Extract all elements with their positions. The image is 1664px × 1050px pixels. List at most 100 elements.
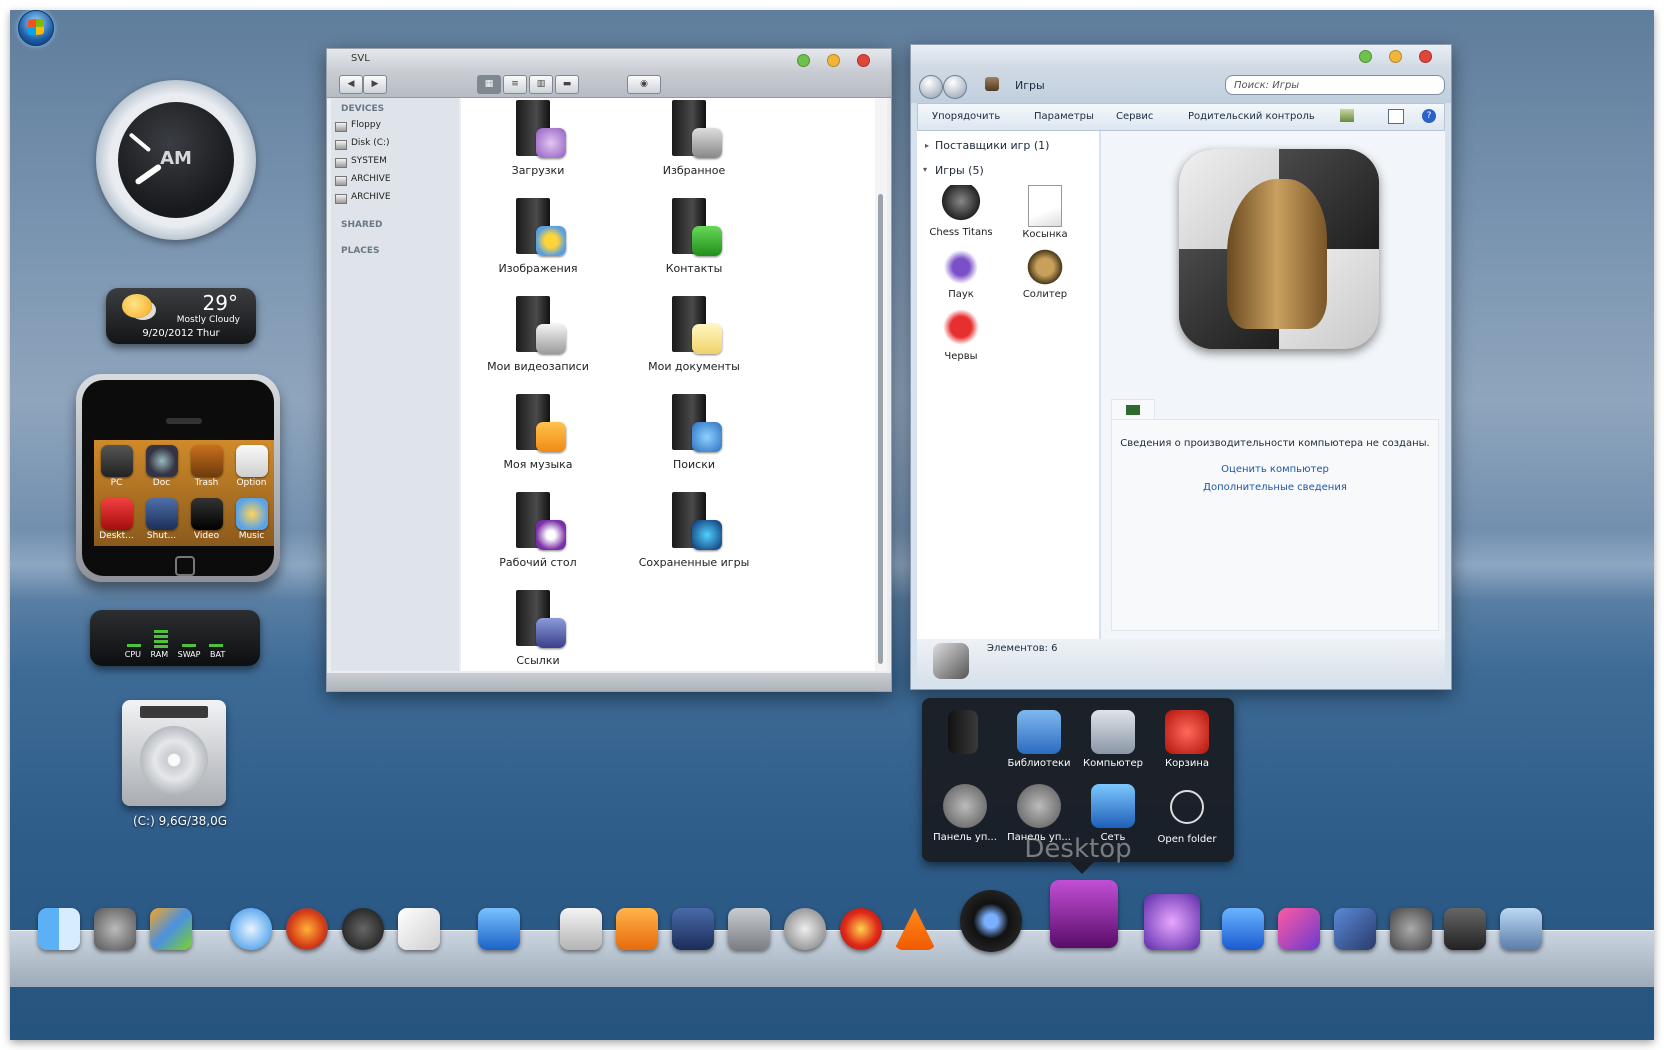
phone-app-music[interactable]: Music: [229, 493, 274, 546]
vlc-icon[interactable]: [894, 908, 936, 950]
tools-menu[interactable]: Сервис: [1116, 111, 1153, 122]
column-view-button[interactable]: ▥: [529, 75, 553, 94]
coverflow-view-button[interactable]: ▬: [555, 75, 579, 94]
system-preferences-icon[interactable]: [94, 908, 136, 950]
folder-saved-games[interactable]: Сохраненные игры: [619, 492, 769, 569]
phone-app-option[interactable]: Option: [229, 440, 274, 493]
sync-icon[interactable]: [784, 908, 826, 950]
help-icon[interactable]: ?: [1422, 109, 1436, 123]
game-chess-titans[interactable]: Chess Titans: [921, 185, 1001, 238]
back-button[interactable]: ◀: [339, 75, 363, 94]
finder-titlebar[interactable]: SVL: [327, 49, 891, 71]
forward-button[interactable]: ▶: [363, 75, 387, 94]
game-freecell[interactable]: Солитер: [1005, 247, 1085, 300]
finder-sidebar: DEVICES Floppy Disk (C:) SYSTEM ARCHIVE …: [331, 98, 459, 671]
app-store-blue-icon[interactable]: [1222, 908, 1264, 950]
collapse-arrow-icon[interactable]: ▾: [923, 165, 927, 174]
options-menu[interactable]: Параметры: [1034, 111, 1094, 122]
x-launcher-icon[interactable]: [1050, 880, 1118, 948]
notes-icon: [692, 324, 722, 354]
sidebar-item-archive-2[interactable]: ARCHIVE: [331, 192, 459, 210]
itunes-note-icon[interactable]: [616, 908, 658, 950]
keychain-icon[interactable]: [1444, 908, 1486, 950]
group-providers[interactable]: Поставщики игр (1): [935, 139, 1049, 152]
folder-favorites[interactable]: Избранное: [619, 100, 769, 177]
quick-look-eye-icon[interactable]: ◉: [627, 75, 661, 94]
breadcrumb[interactable]: Игры: [1015, 79, 1045, 92]
stack-item-trash[interactable]: Корзина: [1150, 710, 1224, 769]
folder-music[interactable]: Моя музыка: [463, 394, 613, 471]
textedit-icon[interactable]: [398, 908, 440, 950]
game-solitaire[interactable]: Косынка: [1005, 185, 1085, 240]
minimize-button[interactable]: [827, 54, 840, 67]
phone-app-pc[interactable]: PC: [94, 440, 139, 493]
sidebar-item-archive-1[interactable]: ARCHIVE: [331, 174, 459, 192]
folder-desktop[interactable]: Рабочий стол: [463, 492, 613, 569]
folder-contacts[interactable]: Контакты: [619, 198, 769, 275]
more-info-link[interactable]: Дополнительные сведения: [1112, 482, 1438, 493]
stack-item-libraries[interactable]: Библиотеки: [1002, 710, 1076, 769]
group-games[interactable]: Игры (5): [935, 164, 984, 177]
forward-arrow-icon[interactable]: [943, 75, 967, 99]
icon-view-button[interactable]: ▦: [477, 75, 501, 94]
folder-searches[interactable]: Поиски: [619, 394, 769, 471]
itunes-icon[interactable]: [1144, 894, 1200, 950]
explorer-window: Игры Поиск: Игры Упорядочить Параметры С…: [910, 44, 1452, 690]
drive-icon[interactable]: [728, 908, 770, 950]
icloud-icon[interactable]: [560, 908, 602, 950]
finder-scrollbar[interactable]: [875, 98, 887, 671]
sidebar-item-floppy[interactable]: Floppy: [331, 120, 459, 138]
phone-app-video[interactable]: Video: [184, 493, 229, 546]
app-store-icon[interactable]: [478, 908, 520, 950]
organize-menu[interactable]: Упорядочить: [932, 111, 1000, 122]
meter-label-swap: SWAP: [177, 650, 201, 659]
phone-app-trash[interactable]: Trash: [184, 440, 229, 493]
sidebar-item-disk-c[interactable]: Disk (C:): [331, 138, 459, 156]
safari-icon[interactable]: [230, 908, 272, 950]
sidebar-heading-places[interactable]: PLACES: [331, 246, 459, 256]
folder-downloads[interactable]: Загрузки: [463, 100, 613, 177]
folder-pictures[interactable]: Изображения: [463, 198, 613, 275]
expand-arrow-icon[interactable]: ▸: [925, 141, 929, 150]
preview-pane-icon[interactable]: [1388, 109, 1404, 124]
view-options-icon[interactable]: [1340, 109, 1354, 122]
phone-app-desktop[interactable]: Deskt...: [94, 493, 139, 546]
trash-icon[interactable]: [1500, 908, 1542, 950]
back-arrow-icon[interactable]: [919, 75, 943, 99]
sidebar-item-system[interactable]: SYSTEM: [331, 156, 459, 174]
phone-home-button[interactable]: [175, 556, 195, 576]
game-spider[interactable]: Паук: [921, 247, 1001, 300]
start-orb-icon[interactable]: [18, 10, 54, 46]
dashboard-widgets-icon[interactable]: [1334, 908, 1376, 950]
folder-videos[interactable]: Мои видеозаписи: [463, 296, 613, 373]
stack-item-computer[interactable]: Компьютер: [1076, 710, 1150, 769]
network-icon[interactable]: [1390, 908, 1432, 950]
parental-controls-button[interactable]: Родительский контроль: [1188, 111, 1315, 122]
phone-app-doc[interactable]: Doc: [139, 440, 184, 493]
utilities-icon[interactable]: [672, 908, 714, 950]
zoom-button[interactable]: [1359, 50, 1372, 63]
stack-item-blank[interactable]: [926, 710, 1000, 758]
close-button[interactable]: [1419, 50, 1432, 63]
close-button[interactable]: [857, 54, 870, 67]
firefox-icon[interactable]: [286, 908, 328, 950]
hard-drive-icon[interactable]: [122, 700, 226, 806]
phone-app-shutdown[interactable]: Shut...: [139, 493, 184, 546]
desktop: AM 29° Mostly Cloudy 9/20/2012 Thur PC D…: [10, 10, 1654, 1040]
finder-icon[interactable]: [38, 908, 80, 950]
folder-documents[interactable]: Мои документы: [619, 296, 769, 373]
explorer-titlebar[interactable]: [911, 45, 1451, 69]
opera-icon[interactable]: [840, 908, 882, 950]
minimize-button[interactable]: [1389, 50, 1402, 63]
dashboard-icon[interactable]: [150, 908, 192, 950]
list-view-button[interactable]: ≡: [503, 75, 527, 94]
camera-icon[interactable]: [960, 890, 1022, 952]
sidebar-heading-shared[interactable]: SHARED: [331, 220, 459, 230]
folder-links[interactable]: Ссылки: [463, 590, 613, 667]
photo-booth-icon[interactable]: [1278, 908, 1320, 950]
quicktime-icon[interactable]: [342, 908, 384, 950]
search-input[interactable]: Поиск: Игры: [1225, 75, 1445, 95]
rate-computer-link[interactable]: Оценить компьютер: [1112, 464, 1438, 475]
game-hearts[interactable]: Червы: [921, 309, 1001, 362]
zoom-button[interactable]: [797, 54, 810, 67]
